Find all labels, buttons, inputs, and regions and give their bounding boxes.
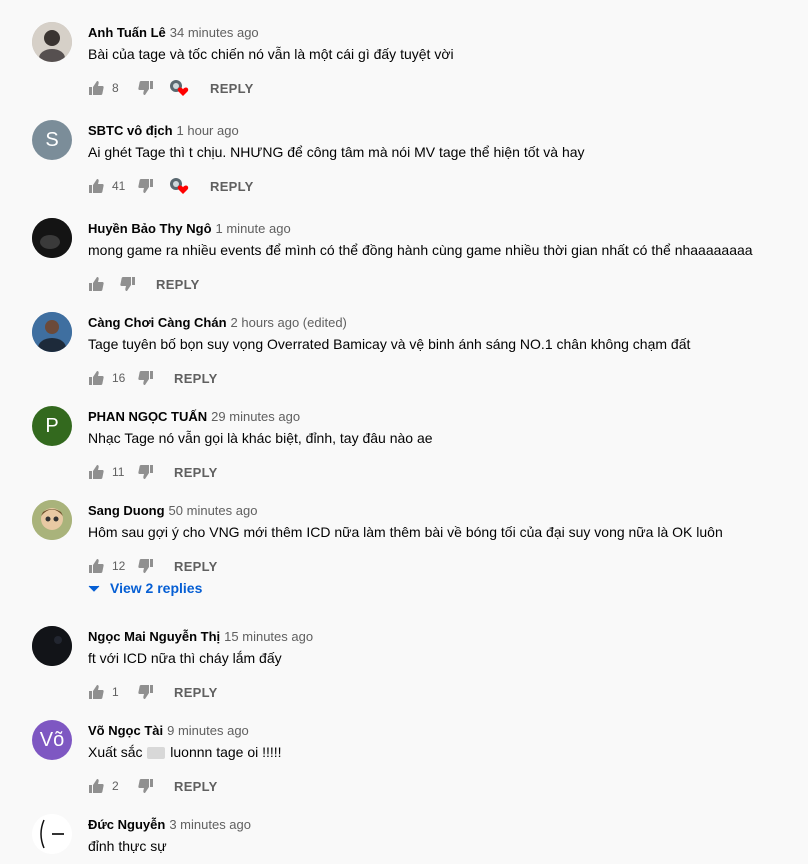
comment-author[interactable]: Sang Duong: [88, 503, 165, 518]
comment-time[interactable]: 9 minutes ago: [167, 723, 249, 738]
thumbs-up-icon[interactable]: [88, 178, 104, 194]
view-replies-button[interactable]: View 2 replies: [88, 580, 202, 596]
avatar-photo-icon: [32, 814, 72, 854]
comment-author[interactable]: Càng Chơi Càng Chán: [88, 315, 227, 330]
avatar-letter: Võ: [39, 728, 65, 751]
avatar[interactable]: S: [32, 120, 72, 160]
like-count: 41: [112, 179, 126, 193]
avatar[interactable]: [32, 218, 72, 258]
comment-text: đỉnh thực sự: [88, 838, 167, 854]
thumbs-up-icon[interactable]: [88, 684, 104, 700]
avatar[interactable]: [32, 626, 72, 666]
comment-author[interactable]: PHAN NGỌC TUẤN: [88, 409, 207, 424]
avatar[interactable]: [32, 814, 72, 854]
comment-time[interactable]: 1 minute ago: [216, 221, 291, 236]
avatar-photo-icon: [32, 312, 72, 352]
thumbs-down-icon[interactable]: [138, 778, 154, 794]
avatar-photo-icon: [32, 22, 72, 62]
comment: P PHAN NGỌC TUẤN 29 minutes ago Nhạc Tage…: [0, 404, 808, 500]
thumbs-down-icon[interactable]: [138, 178, 154, 194]
thumbs-up-icon[interactable]: [88, 276, 104, 292]
reply-button[interactable]: REPLY: [210, 179, 254, 194]
avatar-photo-icon: [32, 500, 72, 540]
comment-text: Hôm sau gợi ý cho VNG mới thêm ICD nữa l…: [88, 524, 723, 540]
creator-heart-icon: [168, 177, 190, 195]
comment-author[interactable]: SBTC vô địch: [88, 123, 173, 138]
like-count: 16: [112, 371, 126, 385]
thumbs-down-icon[interactable]: [138, 558, 154, 574]
view-replies-label: View 2 replies: [110, 580, 203, 596]
avatar[interactable]: [32, 22, 72, 62]
comment-author[interactable]: Anh Tuấn Lê: [88, 25, 166, 40]
avatar[interactable]: P: [32, 406, 72, 446]
comment-author[interactable]: Võ Ngọc Tài: [88, 723, 163, 738]
reply-button[interactable]: REPLY: [174, 559, 218, 574]
comment: S SBTC vô địch 1 hour ago Ai ghét Tage th…: [0, 118, 808, 214]
comment: Huyền Bảo Thy Ngô 1 minute ago mong game …: [0, 216, 808, 312]
comment-text: Nhạc Tage nó vẫn gọi là khác biệt, đỉnh,…: [88, 430, 433, 446]
comment-time[interactable]: 15 minutes ago: [224, 629, 313, 644]
chevron-down-icon: [88, 580, 100, 596]
thumbs-down-icon[interactable]: [138, 370, 154, 386]
like-count: 12: [112, 559, 126, 573]
comment: Anh Tuấn Lê 34 minutes ago Bài của tage v…: [0, 20, 808, 116]
comment-text: Ai ghét Tage thì t chịu. NHƯNG để công t…: [88, 144, 585, 160]
thumbs-down-icon[interactable]: [138, 80, 154, 96]
comment: Đức Nguyễn 3 minutes ago đỉnh thực sự: [0, 812, 808, 864]
thumbs-down-icon[interactable]: [138, 684, 154, 700]
comment: Võ Võ Ngọc Tài 9 minutes ago Xuất sắc luo…: [0, 718, 808, 814]
comment-text: ft với ICD nữa thì cháy lắm đấy: [88, 650, 282, 666]
emoji-placeholder: [147, 747, 166, 760]
reply-button[interactable]: REPLY: [210, 81, 254, 96]
comment-time[interactable]: 29 minutes ago: [211, 409, 300, 424]
like-count: 11: [112, 465, 125, 479]
thumbs-up-icon[interactable]: [88, 464, 104, 480]
comment-time[interactable]: 3 minutes ago: [169, 817, 251, 832]
reply-button[interactable]: REPLY: [174, 465, 218, 480]
reply-button[interactable]: REPLY: [156, 277, 200, 292]
comment-text-start: Xuất sắc: [88, 744, 143, 760]
comment-time[interactable]: 34 minutes ago: [170, 25, 259, 40]
comment-text: Xuất sắc luonnn tage oi !!!!!: [88, 742, 282, 762]
comment-author[interactable]: Huyền Bảo Thy Ngô: [88, 221, 212, 236]
thumbs-up-icon[interactable]: [88, 558, 104, 574]
like-count: 1: [112, 685, 119, 699]
thumbs-up-icon[interactable]: [88, 778, 104, 794]
comment-author[interactable]: Ngọc Mai Nguyễn Thị: [88, 629, 220, 644]
avatar-photo-icon: [32, 626, 72, 666]
reply-button[interactable]: REPLY: [174, 779, 218, 794]
comment: Càng Chơi Càng Chán 2 hours ago (edited) …: [0, 310, 808, 406]
comment-time[interactable]: 1 hour ago: [177, 123, 239, 138]
comment-text-end: luonnn tage oi !!!!!: [166, 744, 282, 760]
thumbs-down-icon[interactable]: [120, 276, 136, 292]
thumbs-down-icon[interactable]: [138, 464, 154, 480]
comment-text: mong game ra nhiều events để mình có thể…: [88, 242, 753, 258]
avatar[interactable]: [32, 312, 72, 352]
comment-text: Bài của tage và tốc chiến nó vẫn là một …: [88, 46, 454, 62]
comment: Ngọc Mai Nguyễn Thị 15 minutes ago ft với…: [0, 624, 808, 720]
comment-author[interactable]: Đức Nguyễn: [88, 817, 165, 832]
reply-button[interactable]: REPLY: [174, 685, 218, 700]
avatar-photo-icon: [32, 218, 72, 258]
comment-text: Tage tuyên bố bọn suy vọng Overrated Bam…: [88, 336, 691, 352]
avatar[interactable]: [32, 500, 72, 540]
avatar-letter: S: [45, 128, 59, 151]
like-count: 2: [112, 779, 119, 793]
creator-heart-icon: [168, 79, 190, 97]
avatar[interactable]: Võ: [32, 720, 72, 760]
comment-time[interactable]: 50 minutes ago: [169, 503, 258, 518]
like-count: 8: [112, 81, 119, 95]
comment-time[interactable]: 2 hours ago (edited): [231, 315, 347, 330]
thumbs-up-icon[interactable]: [88, 370, 104, 386]
reply-button[interactable]: REPLY: [174, 371, 218, 386]
thumbs-up-icon[interactable]: [88, 80, 104, 96]
avatar-letter: P: [45, 414, 59, 437]
